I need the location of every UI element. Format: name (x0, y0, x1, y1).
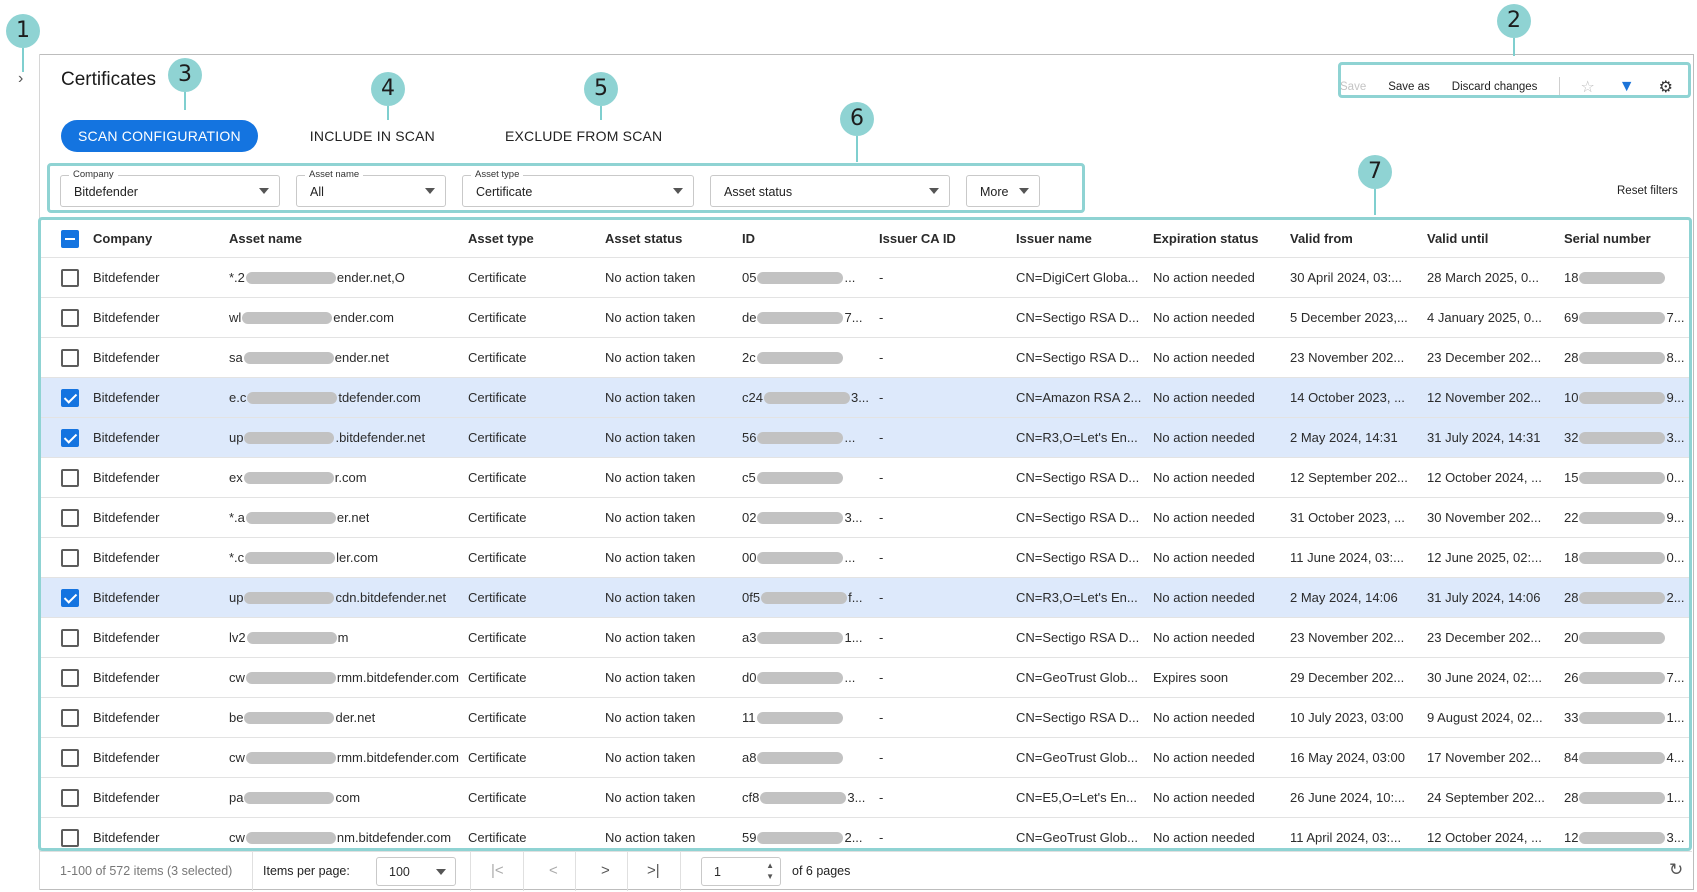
collapsed-sidebar (8, 54, 40, 890)
callout-pin (387, 106, 389, 120)
footer-divider (627, 852, 628, 891)
callout-3: 3 (168, 58, 202, 92)
tab-scan-configuration[interactable]: SCAN CONFIGURATION (61, 120, 258, 152)
refresh-icon[interactable]: ↻ (1669, 860, 1683, 880)
callout-pin (600, 106, 602, 120)
callout-pin (184, 92, 186, 110)
items-per-page-value: 100 (389, 865, 410, 879)
pagination-bar: 1-100 of 572 items (3 selected) Items pe… (40, 851, 1692, 891)
page-number-value: 1 (714, 865, 721, 879)
items-per-page-label: Items per page: (263, 864, 350, 878)
items-count: 1-100 of 572 items (3 selected) (60, 864, 233, 878)
toolbar-highlight (1338, 62, 1691, 98)
footer-divider (523, 852, 524, 891)
callout-5: 5 (584, 72, 618, 106)
next-page-icon[interactable]: > (601, 862, 610, 879)
stepper-icon[interactable]: ▲ ▼ (766, 860, 774, 882)
tab-include-in-scan[interactable]: INCLUDE IN SCAN (310, 128, 435, 144)
items-per-page-select[interactable]: 100 (376, 857, 456, 886)
callout-7: 7 (1358, 155, 1392, 189)
footer-divider (252, 852, 253, 891)
tab-bar: SCAN CONFIGURATION INCLUDE IN SCAN EXCLU… (61, 120, 732, 152)
chevron-right-icon[interactable]: › (18, 70, 23, 88)
page-number-input[interactable]: 1 ▲ ▼ (701, 857, 781, 886)
footer-divider (575, 852, 576, 891)
total-pages: of 6 pages (792, 864, 851, 878)
callout-pin (856, 136, 858, 162)
table-highlight (38, 217, 1692, 851)
callout-pin (22, 48, 24, 72)
callout-pin (1513, 38, 1515, 56)
callout-2: 2 (1497, 4, 1531, 38)
last-page-icon[interactable]: >| (647, 862, 660, 879)
page-title: Certificates (61, 69, 157, 90)
footer-divider (680, 852, 681, 891)
first-page-icon[interactable]: |< (491, 862, 504, 879)
callout-6: 6 (840, 102, 874, 136)
caret-down-icon (436, 869, 446, 875)
callout-1: 1 (6, 14, 40, 48)
reset-filters-link[interactable]: Reset filters (1617, 185, 1678, 197)
previous-page-icon[interactable]: < (549, 862, 558, 879)
footer-divider (470, 852, 471, 891)
callout-pin (1374, 189, 1376, 215)
filter-bar-highlight (47, 163, 1085, 213)
callout-4: 4 (371, 72, 405, 106)
tab-exclude-from-scan[interactable]: EXCLUDE FROM SCAN (505, 128, 662, 144)
